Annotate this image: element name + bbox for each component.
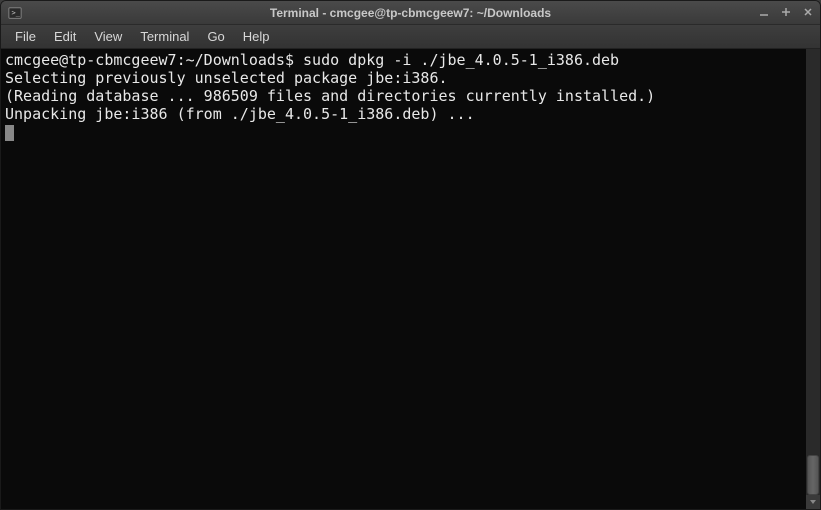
menu-help[interactable]: Help	[235, 27, 278, 46]
application-icon: >_	[7, 5, 23, 21]
menu-edit[interactable]: Edit	[46, 27, 84, 46]
menubar: File Edit View Terminal Go Help	[1, 25, 820, 49]
scrollbar-thumb[interactable]	[807, 455, 819, 495]
svg-text:>_: >_	[12, 9, 21, 17]
titlebar[interactable]: >_ Terminal - cmcgee@tp-cbmcgeew7: ~/Dow…	[1, 1, 820, 25]
terminal-window: >_ Terminal - cmcgee@tp-cbmcgeew7: ~/Dow…	[0, 0, 821, 510]
window-controls	[756, 4, 816, 20]
menu-view[interactable]: View	[86, 27, 130, 46]
maximize-button[interactable]	[778, 4, 794, 20]
terminal-content: cmcgee@tp-cbmcgeew7:~/Downloads$ sudo dp…	[1, 49, 820, 143]
output-line: Unpacking jbe:i386 (from ./jbe_4.0.5-1_i…	[5, 105, 475, 123]
output-line: (Reading database ... 986509 files and d…	[5, 87, 655, 105]
menu-file[interactable]: File	[7, 27, 44, 46]
minimize-button[interactable]	[756, 4, 772, 20]
close-button[interactable]	[800, 4, 816, 20]
menu-terminal[interactable]: Terminal	[132, 27, 197, 46]
command-text: sudo dpkg -i ./jbe_4.0.5-1_i386.deb	[303, 51, 619, 69]
menu-go[interactable]: Go	[199, 27, 232, 46]
scrollbar-down-button[interactable]	[806, 495, 820, 509]
prompt: cmcgee@tp-cbmcgeew7:~/Downloads$	[5, 51, 303, 69]
terminal-area[interactable]: cmcgee@tp-cbmcgeew7:~/Downloads$ sudo dp…	[1, 49, 820, 509]
window-title: Terminal - cmcgee@tp-cbmcgeew7: ~/Downlo…	[270, 6, 551, 20]
cursor	[5, 125, 14, 141]
scrollbar[interactable]	[806, 49, 820, 509]
output-line: Selecting previously unselected package …	[5, 69, 448, 87]
